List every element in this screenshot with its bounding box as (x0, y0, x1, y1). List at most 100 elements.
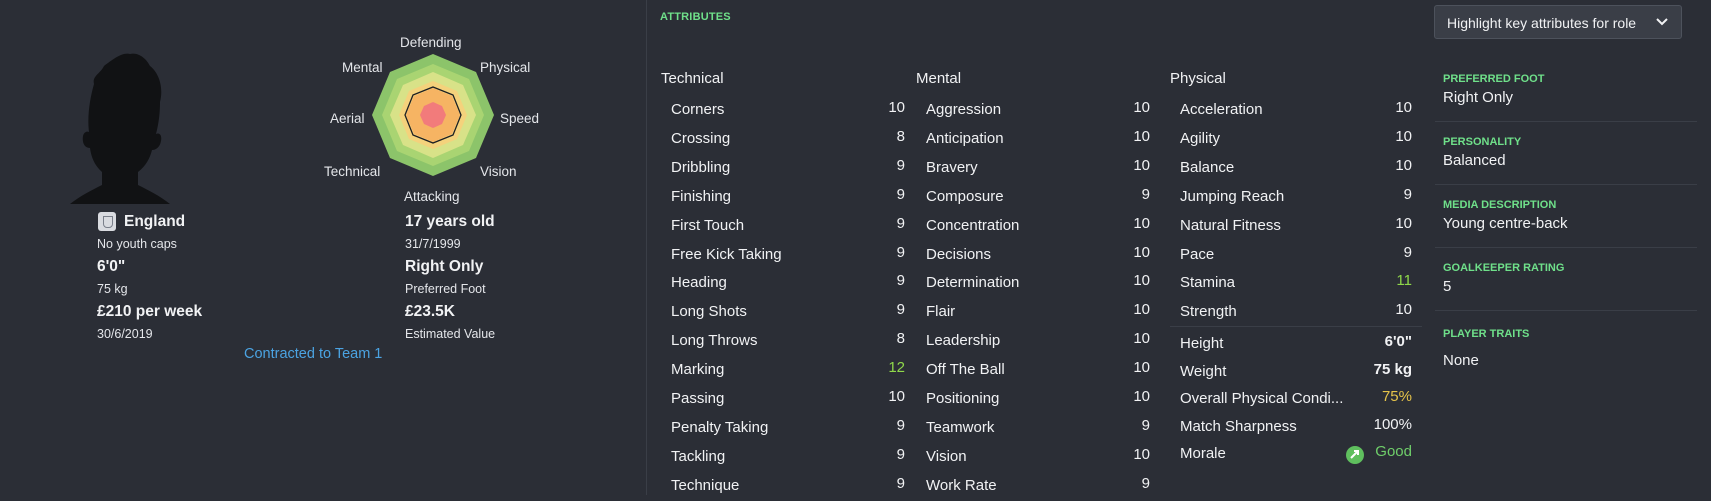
attribute-name: Anticipation (926, 129, 1004, 147)
preferred-foot-label: PREFERRED FOOT (1443, 73, 1545, 85)
detail-name: Morale (1180, 445, 1226, 462)
technical-attribute-row[interactable]: Long Throws 8 (661, 327, 915, 356)
physical-attribute-row[interactable]: Pace 9 (1170, 241, 1422, 270)
attribute-name: Technique (671, 476, 740, 494)
attribute-value: 9 (896, 301, 905, 319)
attribute-name: Flair (926, 303, 956, 321)
mental-attribute-row[interactable]: Leadership 10 (916, 327, 1160, 356)
attribute-value: 11 (1396, 272, 1412, 290)
attribute-name: Composure (926, 187, 1004, 205)
attribute-value: 10 (1395, 156, 1412, 174)
radar-label-defending: Defending (400, 35, 462, 50)
technical-attribute-row[interactable]: Crossing 8 (661, 125, 915, 154)
attribute-value: 10 (1133, 99, 1150, 116)
info-separator (1435, 184, 1697, 185)
radar-label-mental: Mental (342, 60, 383, 75)
chevron-down-icon (1656, 18, 1668, 26)
contract-status-link[interactable]: Contracted to Team 1 (244, 346, 382, 362)
mental-attribute-row[interactable]: Aggression 10 (916, 96, 1160, 125)
height-row[interactable]: Height 6'0" (1170, 330, 1422, 359)
technical-attribute-row[interactable]: Free Kick Taking 9 (661, 241, 915, 270)
attribute-name: Long Shots (671, 303, 747, 321)
mental-attribute-row[interactable]: Flair 10 (916, 298, 1160, 327)
technical-attribute-row[interactable]: Penalty Taking 9 (661, 414, 915, 443)
attribute-value: 10 (1133, 388, 1150, 405)
attribute-name: Strength (1180, 303, 1237, 321)
physical-attribute-row[interactable]: Strength 10 (1170, 298, 1422, 327)
attribute-value: 9 (896, 416, 905, 434)
technical-attribute-row[interactable]: Technique 9 (661, 472, 915, 501)
mental-attribute-row[interactable]: Bravery 10 (916, 154, 1160, 183)
attribute-name: Finishing (671, 187, 732, 205)
mental-attribute-row[interactable]: Determination 10 (916, 269, 1160, 298)
match-sharpness-row[interactable]: Match Sharpness 100% (1170, 413, 1422, 442)
attribute-value: 10 (1133, 301, 1150, 319)
mental-attribute-row[interactable]: Decisions 10 (916, 241, 1160, 270)
preferred-foot-caption: Preferred Foot (405, 282, 486, 296)
attribute-value: 10 (1395, 301, 1412, 319)
physical-attribute-row[interactable]: Balance 10 (1170, 154, 1422, 183)
attribute-value: 10 (888, 99, 905, 116)
mental-attribute-row[interactable]: Positioning 10 (916, 385, 1160, 414)
radar-label-speed: Speed (500, 111, 540, 126)
physical-attribute-row[interactable]: Jumping Reach 9 (1170, 183, 1422, 212)
radar-label-technical: Technical (324, 164, 381, 179)
technical-attribute-row[interactable]: Tackling 9 (661, 443, 915, 472)
goalkeeper-rating-value: 5 (1443, 278, 1452, 295)
attribute-value: 10 (1133, 214, 1150, 232)
radar-label-attacking: Attacking (404, 189, 460, 204)
technical-attribute-row[interactable]: Passing 10 (661, 385, 915, 414)
attribute-name: Heading (671, 274, 727, 292)
technical-attribute-row[interactable]: Heading 9 (661, 269, 915, 298)
attribute-value: 9 (1403, 185, 1412, 203)
physical-attribute-row[interactable]: Stamina 11 (1170, 269, 1422, 298)
physical-condition-row[interactable]: Overall Physical Condi... 75% (1170, 385, 1422, 414)
technical-attribute-row[interactable]: Dribbling 9 (661, 154, 915, 183)
technical-attribute-row[interactable]: Long Shots 9 (661, 298, 915, 327)
attribute-value: 8 (896, 330, 905, 348)
player-height: 6'0" (97, 258, 126, 275)
weight-row[interactable]: Weight 75 kg (1170, 358, 1422, 387)
estimated-value-caption: Estimated Value (405, 327, 496, 341)
detail-value: 75 kg (1373, 360, 1412, 378)
nationality[interactable]: England (124, 213, 185, 231)
attribute-value: 10 (1395, 99, 1412, 116)
mental-attribute-row[interactable]: Teamwork 9 (916, 414, 1160, 443)
technical-attribute-row[interactable]: First Touch 9 (661, 212, 915, 241)
player-overview-panel: England No youth caps 6'0" 75 kg £210 pe… (0, 0, 646, 495)
attribute-value: 10 (1133, 156, 1150, 174)
attribute-name: Pace (1180, 245, 1215, 263)
radar-label-aerial: Aerial (330, 111, 365, 126)
mental-attribute-row[interactable]: Composure 9 (916, 183, 1160, 212)
info-separator (1435, 310, 1697, 311)
attribute-value: 9 (1403, 243, 1412, 261)
preferred-foot-info: Right Only (1443, 89, 1514, 106)
mental-attribute-row[interactable]: Work Rate 9 (916, 472, 1160, 501)
attribute-value: 12 (888, 359, 905, 377)
mental-attribute-row[interactable]: Concentration 10 (916, 212, 1160, 241)
attribute-name: Natural Fitness (1180, 216, 1281, 234)
morale-arrow-icon (1346, 446, 1364, 464)
attribute-value: 10 (1133, 330, 1150, 348)
technical-attribute-row[interactable]: Marking 12 (661, 356, 915, 385)
mental-attribute-row[interactable]: Vision 10 (916, 443, 1160, 472)
mental-attribute-row[interactable]: Anticipation 10 (916, 125, 1160, 154)
physical-attribute-row[interactable]: Acceleration 10 (1170, 96, 1422, 125)
attribute-name: Jumping Reach (1180, 187, 1285, 205)
attribute-value: 10 (1133, 445, 1150, 463)
technical-attribute-row[interactable]: Corners 10 (661, 96, 915, 125)
player-dob: 31/7/1999 (405, 237, 461, 251)
mental-attribute-row[interactable]: Off The Ball 10 (916, 356, 1160, 385)
attribute-name: Determination (926, 274, 1020, 292)
attribute-name: Marking (671, 361, 725, 379)
youth-caps: No youth caps (97, 237, 177, 251)
physical-attribute-row[interactable]: Agility 10 (1170, 125, 1422, 154)
technical-attribute-row[interactable]: Finishing 9 (661, 183, 915, 212)
attribute-name: Passing (671, 390, 725, 407)
attribute-name: Balance (1180, 158, 1235, 176)
estimated-value: £23.5K (405, 303, 455, 320)
panel-divider (646, 0, 647, 495)
highlight-role-dropdown[interactable]: Highlight key attributes for role (1434, 5, 1682, 39)
physical-attribute-row[interactable]: Natural Fitness 10 (1170, 212, 1422, 241)
morale-row[interactable]: Morale Good (1170, 440, 1422, 469)
